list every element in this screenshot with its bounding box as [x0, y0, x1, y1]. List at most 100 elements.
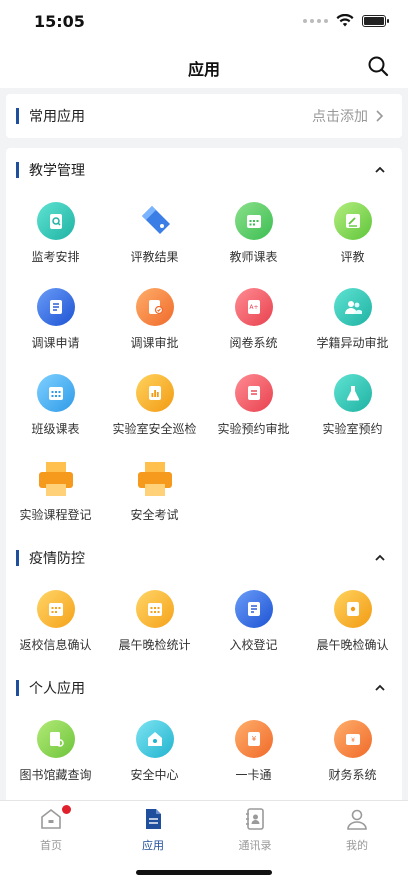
wifi-icon — [336, 14, 354, 27]
app-item[interactable]: A+ 阅卷系统 — [204, 278, 303, 364]
app-item[interactable]: 教师课表 — [204, 192, 303, 278]
apps-doc-icon — [146, 809, 161, 829]
report-icon — [333, 590, 372, 628]
app-label: 晨午晚检统计 — [118, 638, 191, 652]
app-item[interactable]: 实验室预约 — [303, 364, 402, 450]
clipboard-search-icon — [36, 202, 75, 240]
app-item[interactable]: 安全考试 — [105, 450, 204, 536]
section-header-teaching[interactable]: 教学管理 — [6, 148, 402, 192]
app-item[interactable]: ¥ 财务系统 — [303, 710, 402, 796]
app-item[interactable]: 安全中心 — [105, 710, 204, 796]
status-icons — [303, 14, 389, 27]
add-hint[interactable]: 点击添加 — [312, 106, 368, 126]
common-apps-card[interactable]: 常用应用 点击添加 — [6, 94, 402, 138]
calendar-check-icon — [36, 590, 75, 628]
card-icon: ¥ — [234, 720, 273, 758]
app-label: 财务系统 — [328, 768, 377, 782]
app-item[interactable]: 学籍异动审批 — [303, 278, 402, 364]
printer-icon — [37, 460, 75, 498]
app-item[interactable]: 图书馆藏查询 — [6, 710, 105, 796]
svg-text:¥: ¥ — [251, 735, 256, 743]
app-item[interactable]: ¥ 一卡通 — [204, 710, 303, 796]
calendar-grid-icon — [234, 202, 273, 240]
section-marker — [16, 162, 19, 178]
app-grid-teaching: 监考安排 评教结果 教师课表 评教 调课申请 调课审批 A+ 阅卷系统 学籍异动… — [6, 192, 402, 536]
app-item[interactable]: 调课申请 — [6, 278, 105, 364]
chevron-up-icon[interactable] — [374, 164, 386, 176]
person-icon — [347, 809, 367, 830]
tab-bar: 首页 应用 通讯录 我的 — [0, 800, 408, 883]
section-title: 教学管理 — [29, 163, 85, 179]
app-item[interactable]: 返校信息确认 — [6, 580, 105, 666]
app-label: 评教结果 — [130, 250, 179, 264]
tab-home[interactable]: 首页 — [0, 805, 102, 853]
app-label: 调课申请 — [31, 336, 80, 350]
page-title: 应用 — [187, 60, 220, 79]
tab-apps[interactable]: 应用 — [102, 807, 204, 853]
library-icon — [36, 720, 75, 758]
app-item[interactable]: 入校登记 — [204, 580, 303, 666]
app-label: 一卡通 — [235, 768, 272, 782]
app-label: 班级课表 — [31, 422, 80, 436]
register-icon — [234, 590, 273, 628]
pen-tag-icon — [136, 202, 174, 240]
common-apps-header: 常用应用 点击添加 — [6, 94, 402, 138]
class-calendar-icon — [36, 374, 75, 412]
section-header-epidemic[interactable]: 疫情防控 — [6, 536, 402, 580]
app-item[interactable]: 调课审批 — [105, 278, 204, 364]
search-icon[interactable] — [366, 54, 390, 78]
apps-card: 教学管理 监考安排 评教结果 教师课表 评教 调课申请 调课审批 A+ 阅卷系统… — [6, 148, 402, 800]
section-title: 常用应用 — [29, 109, 85, 125]
status-time: 15:05 — [34, 12, 85, 31]
contacts-icon — [246, 808, 264, 830]
users-icon — [333, 288, 372, 326]
app-label: 安全中心 — [130, 768, 179, 782]
app-label: 阅卷系统 — [229, 336, 278, 350]
edit-note-icon — [333, 202, 372, 240]
tab-me[interactable]: 我的 — [306, 807, 408, 853]
notification-dot — [62, 805, 71, 814]
tab-label: 我的 — [346, 839, 368, 852]
book-edit-icon — [36, 288, 75, 326]
nav-bar: 应用 — [0, 44, 408, 88]
app-item[interactable]: 晨午晚检统计 — [105, 580, 204, 666]
app-label: 入校登记 — [229, 638, 278, 652]
section-marker — [16, 550, 19, 566]
content-area: 常用应用 点击添加 教学管理 监考安排 评教结果 教师课表 评教 调课申请 调课… — [0, 88, 408, 800]
svg-text:¥: ¥ — [351, 737, 355, 744]
app-item[interactable]: 评教结果 — [105, 192, 204, 278]
signal-icon — [303, 18, 328, 23]
calendar-stats-icon — [135, 590, 174, 628]
printer-icon — [136, 460, 174, 498]
app-item[interactable]: 评教 — [303, 192, 402, 278]
bar-report-icon — [135, 374, 174, 412]
wallet-icon: ¥ — [333, 720, 372, 758]
app-item[interactable]: 实验室安全巡检 — [105, 364, 204, 450]
app-item[interactable]: 实验预约审批 — [204, 364, 303, 450]
app-label: 实验课程登记 — [19, 508, 92, 522]
app-item[interactable]: 晨午晚检确认 — [303, 580, 402, 666]
app-label: 学籍异动审批 — [316, 336, 389, 350]
app-label: 教师课表 — [229, 250, 278, 264]
app-item[interactable]: 班级课表 — [6, 364, 105, 450]
section-header-personal[interactable]: 个人应用 — [6, 666, 402, 710]
doc-approve-icon — [135, 288, 174, 326]
app-item[interactable]: 实验课程登记 — [6, 450, 105, 536]
app-label: 返校信息确认 — [19, 638, 92, 652]
battery-icon — [362, 14, 389, 27]
app-label: 调课审批 — [130, 336, 179, 350]
section-title: 疫情防控 — [29, 551, 85, 567]
home-indicator — [136, 870, 272, 875]
chevron-up-icon[interactable] — [374, 682, 386, 694]
tab-label: 首页 — [40, 839, 62, 852]
app-grid-personal: 图书馆藏查询 安全中心 ¥ 一卡通 ¥ 财务系统 — [6, 710, 402, 796]
home-shield-icon — [135, 720, 174, 758]
app-label: 安全考试 — [130, 508, 179, 522]
app-item[interactable]: 监考安排 — [6, 192, 105, 278]
section-marker — [16, 108, 19, 124]
chevron-right-icon[interactable] — [374, 110, 386, 122]
grade-paper-icon: A+ — [234, 288, 273, 326]
tab-contacts[interactable]: 通讯录 — [204, 807, 306, 853]
chevron-up-icon[interactable] — [374, 552, 386, 564]
app-label: 评教 — [340, 250, 365, 264]
